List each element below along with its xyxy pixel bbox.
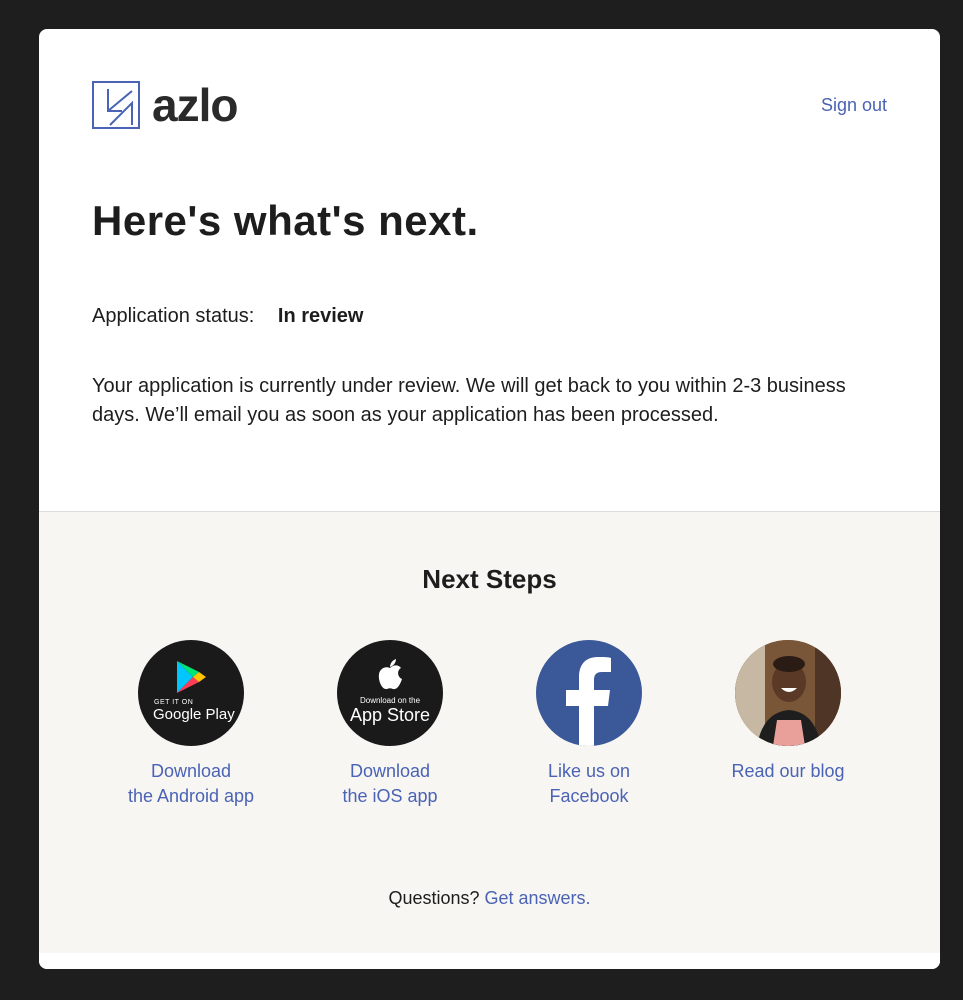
- google-play-triangle-icon: [177, 661, 206, 693]
- blog-person-photo: [735, 640, 841, 746]
- step-label-line1: Read our blog: [731, 761, 845, 781]
- apple-logo-icon: [378, 659, 402, 690]
- google-play-badge-icon[interactable]: GET IT ON Google Play: [138, 640, 244, 746]
- azlo-logo-mark-icon: [92, 81, 140, 129]
- facebook-f-icon: [566, 657, 611, 746]
- app-store-badge-icon[interactable]: Download on the App Store: [337, 640, 443, 746]
- status-description: Your application is currently under revi…: [92, 375, 846, 426]
- step-facebook[interactable]: Like us on Facebook: [489, 640, 689, 809]
- page-title: Here's what's next.: [92, 197, 479, 244]
- status-value: In review: [277, 305, 364, 327]
- badge-small-text: GET IT ON: [154, 699, 194, 706]
- next-steps-section: Next Steps GET IT ON Google Play Downloa…: [39, 511, 940, 954]
- badge-small-text: Download on the: [359, 696, 421, 705]
- badge-big-text: Google Play: [153, 706, 235, 723]
- content-card: azlo Sign out Here's what's next. Applic…: [39, 29, 940, 969]
- next-steps-title: Next Steps: [422, 564, 557, 594]
- questions-text: Questions?: [388, 888, 480, 908]
- azlo-wordmark: azlo: [152, 79, 238, 131]
- badge-big-text: App Store: [349, 705, 431, 725]
- card-bottom-strip: [39, 953, 940, 969]
- questions-footer: Questions? Get answers.: [39, 888, 940, 909]
- facebook-icon[interactable]: [536, 640, 642, 746]
- blog-photo[interactable]: [735, 640, 841, 746]
- step-blog[interactable]: Read our blog: [688, 640, 888, 784]
- step-label[interactable]: Like us on Facebook: [489, 759, 689, 809]
- step-label-line1: Download: [349, 761, 431, 781]
- step-label-line2: the iOS app: [342, 786, 438, 806]
- status-label: Application status:: [92, 305, 255, 327]
- step-android-app[interactable]: GET IT ON Google Play Download the Andro…: [91, 640, 291, 809]
- step-label-line1: Like us on: [547, 761, 631, 781]
- step-label-line2: the Android app: [127, 786, 255, 806]
- step-label[interactable]: Download the Android app: [91, 759, 291, 809]
- get-answers-link[interactable]: Get answers.: [485, 888, 591, 908]
- status-section: azlo Sign out Here's what's next. Applic…: [39, 29, 940, 511]
- application-status: Application status: In review: [92, 305, 364, 328]
- step-label-line1: Download: [150, 761, 232, 781]
- azlo-logo[interactable]: azlo: [92, 79, 238, 131]
- sign-out-link[interactable]: Sign out: [821, 95, 887, 116]
- step-label[interactable]: Read our blog: [688, 759, 888, 784]
- step-label-line2: Facebook: [549, 786, 629, 806]
- step-label[interactable]: Download the iOS app: [290, 759, 490, 809]
- step-ios-app[interactable]: Download on the App Store Download the i…: [290, 640, 490, 809]
